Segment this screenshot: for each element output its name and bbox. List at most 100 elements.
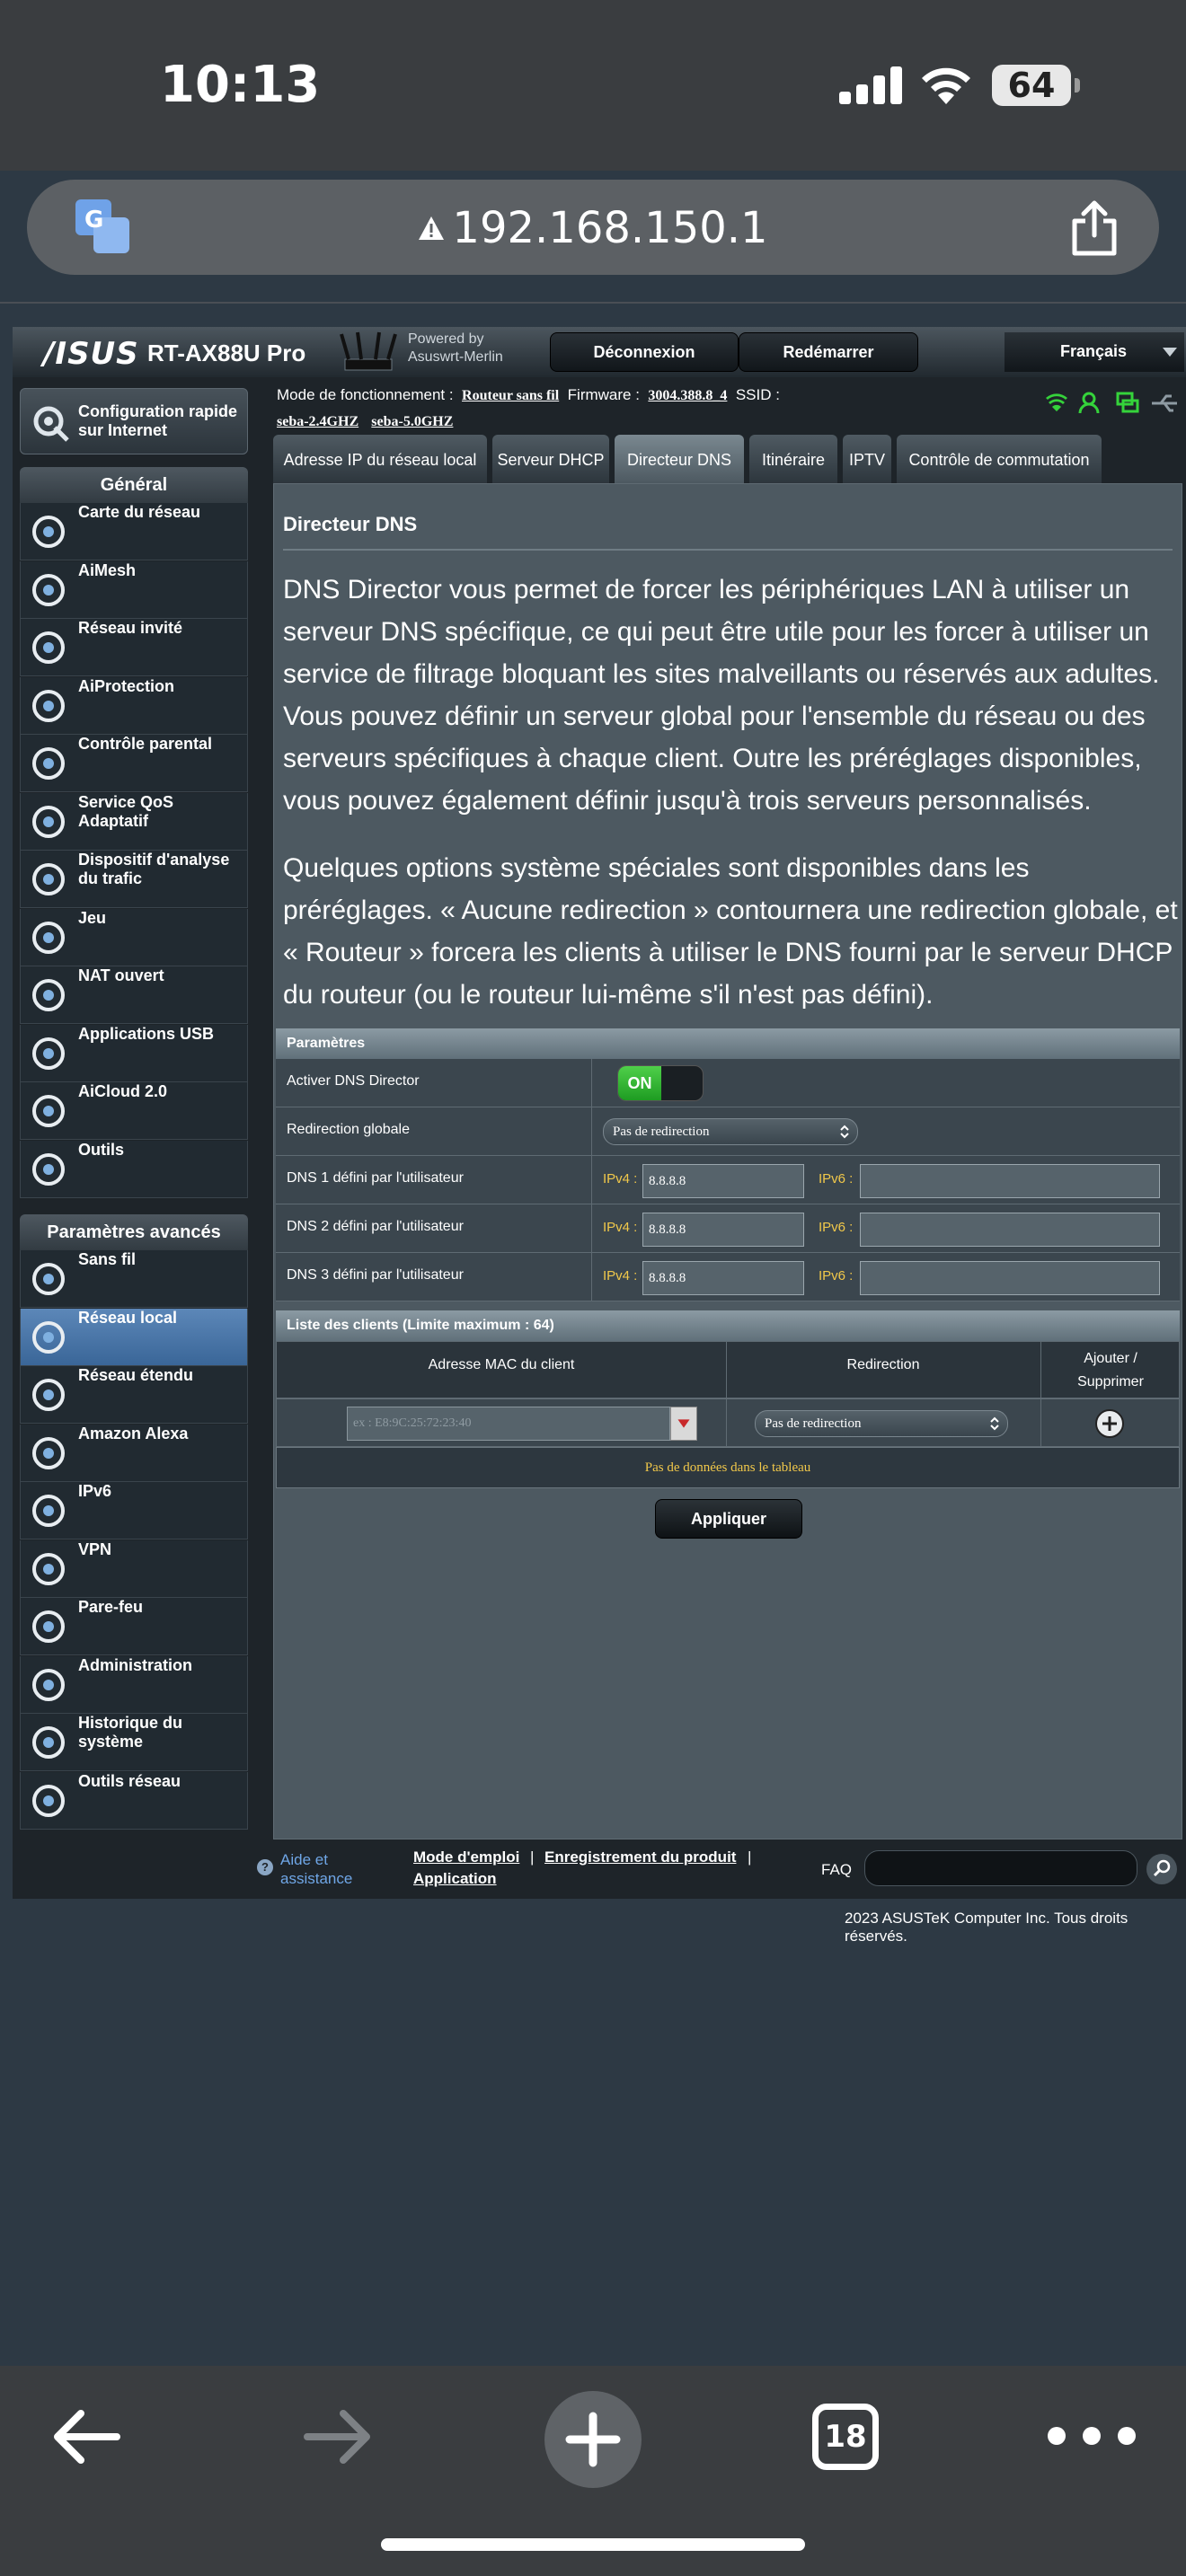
application-link[interactable]: Application xyxy=(413,1870,497,1888)
dns-row: DNS 3 défini par l'utilisateur IPv4 :8.8.… xyxy=(276,1253,1180,1301)
ipv6-input[interactable] xyxy=(860,1213,1160,1247)
tab-lan-ip[interactable]: Adresse IP du réseau local xyxy=(273,435,487,483)
menu-item-icon xyxy=(28,1033,69,1074)
apply-button[interactable]: Appliquer xyxy=(655,1499,802,1539)
device-info: Mode de fonctionnement : Routeur sans fi… xyxy=(277,383,1175,435)
sidebar-item-label: Historique du système xyxy=(78,1714,182,1751)
mac-address-input[interactable]: ex : E8:9C:25:72:23:40 xyxy=(347,1407,670,1441)
tab-dhcp-server[interactable]: Serveur DHCP xyxy=(492,435,609,483)
tab-switch-control[interactable]: Contrôle de commutation xyxy=(897,435,1102,483)
sidebar-item-general-4[interactable]: Contrôle parental xyxy=(20,735,248,792)
ssid-link-5[interactable]: seba-5.0GHZ xyxy=(371,414,453,429)
address-bar[interactable]: G 192.168.150.1 xyxy=(27,180,1159,275)
clients-columns: Adresse MAC du client Redirection Ajoute… xyxy=(276,1341,1181,1399)
sidebar-item-general-3[interactable]: AiProtection xyxy=(20,676,248,735)
ipv4-input[interactable]: 8.8.8.8 xyxy=(642,1261,804,1295)
quick-internet-setup[interactable]: Configuration rapide sur Internet xyxy=(20,388,248,454)
registration-link[interactable]: Enregistrement du produit xyxy=(544,1848,736,1866)
client-redirect-select[interactable]: Pas de redirection xyxy=(755,1410,1008,1437)
sidebar-item-advanced-3[interactable]: Amazon Alexa xyxy=(20,1424,248,1482)
back-arrow-icon[interactable] xyxy=(50,2407,120,2466)
sidebar-item-advanced-1[interactable]: Réseau local xyxy=(20,1308,248,1366)
sidebar-item-general-6[interactable]: Dispositif d'analyse du trafic xyxy=(20,851,248,908)
sidebar-item-advanced-5[interactable]: VPN xyxy=(20,1539,248,1598)
sidebar-item-general-7[interactable]: Jeu xyxy=(20,908,248,966)
sidebar-item-advanced-9[interactable]: Outils réseau xyxy=(20,1771,248,1830)
sidebar-item-general-8[interactable]: NAT ouvert xyxy=(20,966,248,1024)
faq-search-button[interactable] xyxy=(1146,1854,1177,1884)
url-text[interactable]: 192.168.150.1 xyxy=(27,203,1159,253)
copyright: 2023 ASUSTeK Computer Inc. Tous droits r… xyxy=(845,1910,1128,1945)
browser-toolbar: 18 xyxy=(0,2366,1186,2576)
tab-iptv[interactable]: IPTV xyxy=(843,435,891,483)
menu-advanced-header: Paramètres avancés xyxy=(20,1214,248,1250)
mode-link[interactable]: Routeur sans fil xyxy=(462,388,559,403)
faq-search-input[interactable] xyxy=(864,1850,1137,1886)
ipv4-input[interactable]: 8.8.8.8 xyxy=(642,1213,804,1247)
sidebar-item-label: Réseau étendu xyxy=(78,1366,194,1384)
tab-dns-director[interactable]: Directeur DNS xyxy=(615,435,744,483)
forward-arrow-icon[interactable] xyxy=(304,2407,374,2466)
sidebar-item-label: Administration xyxy=(78,1655,193,1674)
router-admin-page: /ISUS RT-AX88U Pro Powered by Asuswrt-Me… xyxy=(13,327,1186,1899)
ipv6-label: IPv6 : xyxy=(819,1171,854,1187)
sidebar-item-label: Sans fil xyxy=(78,1250,137,1268)
ipv6-label: IPv6 : xyxy=(819,1268,854,1284)
ipv6-input[interactable] xyxy=(860,1164,1160,1198)
dns-director-toggle[interactable]: ON xyxy=(617,1065,704,1101)
ssid-link-24[interactable]: seba-2.4GHZ xyxy=(277,414,358,429)
sidebar-item-advanced-6[interactable]: Pare-feu xyxy=(20,1598,248,1655)
mac-dropdown-button[interactable] xyxy=(670,1407,697,1441)
sidebar-item-advanced-8[interactable]: Historique du système xyxy=(20,1714,248,1771)
menu-item-icon xyxy=(28,627,69,668)
sidebar-item-general-11[interactable]: Outils xyxy=(20,1140,248,1198)
quick-setup-label: Configuration rapide sur Internet xyxy=(78,402,237,439)
sidebar-item-advanced-0[interactable]: Sans fil xyxy=(20,1250,248,1308)
add-client-icon[interactable] xyxy=(1094,1408,1125,1439)
clients-header: Liste des clients (Limite maximum : 64) xyxy=(276,1310,1180,1341)
tabs-count-icon[interactable]: 18 xyxy=(812,2404,879,2470)
mode-label: Mode de fonctionnement : xyxy=(277,386,454,403)
help-icon: ? xyxy=(257,1859,273,1875)
battery-icon: 64 xyxy=(992,65,1080,106)
description-1: DNS Director vous permet de forcer les p… xyxy=(283,575,1160,816)
router-header: /ISUS RT-AX88U Pro Powered by Asuswrt-Me… xyxy=(13,327,1186,377)
global-redirect-select[interactable]: Pas de redirection xyxy=(603,1118,858,1145)
reboot-button[interactable]: Redémarrer xyxy=(739,332,918,372)
sidebar-item-advanced-7[interactable]: Administration xyxy=(20,1655,248,1714)
menu-item-icon xyxy=(28,743,69,784)
tab-route[interactable]: Itinéraire xyxy=(749,435,837,483)
menu-item-icon xyxy=(28,801,69,842)
sidebar-item-general-0[interactable]: Carte du réseau xyxy=(20,503,248,560)
chevron-down-icon xyxy=(1163,348,1177,357)
sidebar-item-label: AiMesh xyxy=(78,560,137,579)
enable-label: Activer DNS Director xyxy=(287,1073,420,1089)
more-icon[interactable] xyxy=(1046,2425,1137,2447)
ipv4-input[interactable]: 8.8.8.8 xyxy=(642,1164,804,1198)
sidebar-item-general-1[interactable]: AiMesh xyxy=(20,560,248,619)
logout-button[interactable]: Déconnexion xyxy=(550,332,739,372)
language-select[interactable]: Français xyxy=(1005,332,1184,372)
sidebar-item-general-2[interactable]: Réseau invité xyxy=(20,619,248,676)
sidebar-item-general-10[interactable]: AiCloud 2.0 xyxy=(20,1082,248,1140)
help-line1: Aide et xyxy=(280,1851,328,1868)
dns-row-label: DNS 2 défini par l'utilisateur xyxy=(287,1219,464,1234)
enable-row: Activer DNS Director ON xyxy=(276,1059,1180,1107)
help-support-link[interactable]: Aide et assistance xyxy=(280,1850,352,1888)
router-footer: ? Aide et assistance Mode d'emploi | Enr… xyxy=(13,1843,1186,1899)
sidebar-item-advanced-2[interactable]: Réseau étendu xyxy=(20,1366,248,1424)
sidebar-item-general-9[interactable]: Applications USB xyxy=(20,1024,248,1082)
router-icon xyxy=(340,331,397,371)
column-divider xyxy=(591,1059,592,1107)
ipv6-input[interactable] xyxy=(860,1261,1160,1295)
new-tab-button[interactable] xyxy=(544,2391,642,2488)
sidebar-item-advanced-4[interactable]: IPv6 xyxy=(20,1482,248,1539)
share-icon[interactable] xyxy=(1067,199,1121,257)
firmware-link[interactable]: 3004.388.8_4 xyxy=(648,388,727,403)
col-add-remove-line2: Supprimer xyxy=(1077,1374,1144,1389)
col-add-remove: Ajouter / Supprimer xyxy=(1040,1342,1181,1399)
menu-item-icon xyxy=(28,1780,69,1822)
sidebar-item-general-5[interactable]: Service QoS Adaptatif xyxy=(20,792,248,851)
manual-link[interactable]: Mode d'emploi xyxy=(413,1848,519,1866)
sidebar-item-label: Applications USB xyxy=(78,1024,215,1043)
